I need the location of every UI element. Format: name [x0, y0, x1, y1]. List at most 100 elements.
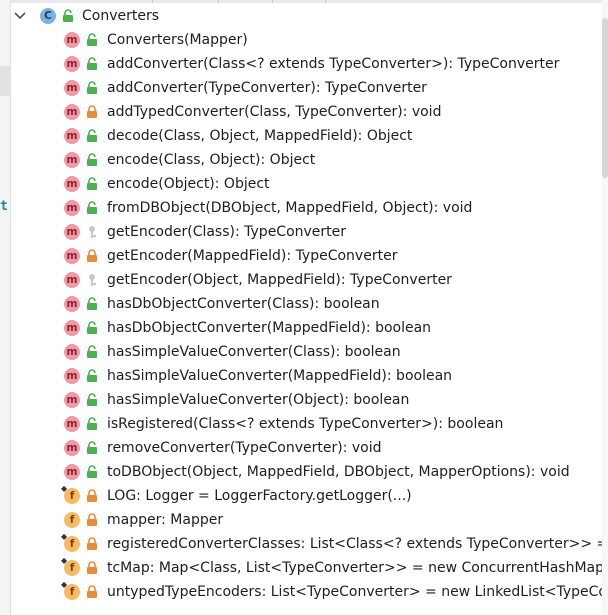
public-access-icon — [63, 9, 73, 22]
public-access-icon — [87, 393, 97, 406]
member-label: untypedTypeEncoders: List<TypeConverter>… — [107, 584, 602, 600]
tree-method-item[interactable]: m getEncoder(Class): TypeConverter — [0, 220, 602, 244]
field-icon: f ◆ — [61, 556, 80, 576]
member-label: encode(Class, Object): Object — [107, 152, 316, 168]
tree-method-item[interactable]: m hasDbObjectConverter(MappedField): bool… — [0, 316, 602, 340]
member-label: addConverter(TypeConverter): TypeConvert… — [107, 80, 427, 96]
tree-method-item[interactable]: m addTypedConverter(Class, TypeConverter)… — [0, 100, 602, 124]
public-access-icon — [87, 57, 97, 70]
tree-method-item[interactable]: m getEncoder(Object, MappedField): TypeCo… — [0, 268, 602, 292]
field-icon: f — [64, 512, 80, 528]
private-access-icon — [87, 249, 97, 262]
member-label: isRegistered(Class<? extends TypeConvert… — [107, 416, 504, 432]
member-label: hasSimpleValueConverter(MappedField): bo… — [107, 368, 453, 384]
method-icon: m — [64, 224, 80, 240]
tree-method-item[interactable]: m getEncoder(MappedField): TypeConverter — [0, 244, 602, 268]
public-access-icon — [87, 465, 97, 478]
method-icon: m — [64, 32, 80, 48]
public-access-icon — [87, 177, 97, 190]
field-icon: f ◆ — [61, 532, 80, 552]
public-access-icon — [87, 297, 97, 310]
public-access-icon — [87, 81, 97, 94]
scrollbar-thumb[interactable] — [602, 18, 608, 178]
tree-method-item[interactable]: m fromDBObject(DBObject, MappedField, Obj… — [0, 196, 602, 220]
tree-method-item[interactable]: m decode(Class, Object, MappedField): Obj… — [0, 124, 602, 148]
method-icon: m — [64, 296, 80, 312]
tree-method-item[interactable]: m isRegistered(Class<? extends TypeConver… — [0, 412, 602, 436]
protected-access-icon — [89, 274, 96, 286]
member-label: getEncoder(Class): TypeConverter — [107, 224, 347, 240]
structure-tree: C Converters m Converters(Mapper) m addConv… — [0, 4, 602, 604]
method-icon: m — [64, 176, 80, 192]
member-label: hasDbObjectConverter(MappedField): boole… — [107, 320, 432, 336]
method-icon: m — [64, 464, 80, 480]
tree-field-item[interactable]: f ◆ LOG: Logger = LoggerFactory.getLogger(… — [0, 484, 602, 508]
private-access-icon — [87, 537, 97, 550]
tree-method-item[interactable]: m Converters(Mapper) — [0, 28, 602, 52]
tree-method-item[interactable]: m hasSimpleValueConverter(Object): boolea… — [0, 388, 602, 412]
method-icon: m — [64, 80, 80, 96]
member-label: getEncoder(MappedField): TypeConverter — [107, 248, 398, 264]
member-label: removeConverter(TypeConverter): void — [107, 440, 382, 456]
member-label: toDBObject(Object, MappedField, DBObject… — [107, 464, 570, 480]
member-label: hasDbObjectConverter(Class): boolean — [107, 296, 380, 312]
method-icon: m — [64, 344, 80, 360]
member-label: decode(Class, Object, MappedField): Obje… — [107, 128, 413, 144]
tree-field-item[interactable]: f mapper: Mapper — [0, 508, 602, 532]
member-label: hasSimpleValueConverter(Class): boolean — [107, 344, 401, 360]
public-access-icon — [87, 345, 97, 358]
member-label: getEncoder(Object, MappedField): TypeCon… — [107, 272, 452, 288]
method-icon: m — [64, 248, 80, 264]
tree-method-item[interactable]: m toDBObject(Object, MappedField, DBObjec… — [0, 460, 602, 484]
tree-field-item[interactable]: f ◆ registeredConverterClasses: List<Class… — [0, 532, 602, 556]
static-badge-icon: ◆ — [61, 556, 68, 565]
method-icon: m — [64, 128, 80, 144]
method-icon: m — [64, 416, 80, 432]
tree-method-item[interactable]: m hasSimpleValueConverter(Class): boolean — [0, 340, 602, 364]
member-label: addTypedConverter(Class, TypeConverter):… — [107, 104, 442, 120]
tree-field-item[interactable]: f ◆ tcMap: Map<Class, List<TypeConverter>>… — [0, 556, 602, 580]
static-badge-icon: ◆ — [61, 484, 68, 493]
protected-access-icon — [89, 226, 96, 238]
class-icon: C — [40, 8, 56, 24]
member-label: LOG: Logger = LoggerFactory.getLogger(..… — [107, 488, 412, 504]
member-label: mapper: Mapper — [107, 512, 224, 528]
private-access-icon — [87, 585, 97, 598]
method-icon: m — [64, 368, 80, 384]
member-label: hasSimpleValueConverter(Object): boolean — [107, 392, 410, 408]
member-label: addConverter(Class<? extends TypeConvert… — [107, 56, 560, 72]
method-icon: m — [64, 320, 80, 336]
public-access-icon — [87, 33, 97, 46]
tree-root-node[interactable]: C Converters — [0, 4, 602, 28]
public-access-icon — [87, 417, 97, 430]
public-access-icon — [87, 201, 97, 214]
method-icon: m — [64, 272, 80, 288]
method-icon: m — [64, 440, 80, 456]
tree-method-item[interactable]: m addConverter(Class<? extends TypeConver… — [0, 52, 602, 76]
tree-method-item[interactable]: m hasSimpleValueConverter(MappedField): b… — [0, 364, 602, 388]
member-label: fromDBObject(DBObject, MappedField, Obje… — [107, 200, 473, 216]
tree-method-item[interactable]: m hasDbObjectConverter(Class): boolean — [0, 292, 602, 316]
private-access-icon — [87, 561, 97, 574]
public-access-icon — [87, 153, 97, 166]
method-icon: m — [64, 152, 80, 168]
member-label: encode(Object): Object — [107, 176, 270, 192]
tree-method-item[interactable]: m encode(Class, Object): Object — [0, 148, 602, 172]
top-border — [0, 0, 608, 3]
private-access-icon — [87, 105, 97, 118]
method-icon: m — [64, 56, 80, 72]
private-access-icon — [87, 489, 97, 502]
chevron-down-icon[interactable] — [13, 4, 27, 28]
public-access-icon — [87, 321, 97, 334]
vertical-scrollbar[interactable] — [602, 0, 608, 615]
tree-field-item[interactable]: f ◆ untypedTypeEncoders: List<TypeConverte… — [0, 580, 602, 604]
method-icon: m — [64, 392, 80, 408]
tree-method-item[interactable]: m encode(Object): Object — [0, 172, 602, 196]
static-badge-icon: ◆ — [61, 532, 68, 541]
tree-method-item[interactable]: m addConverter(TypeConverter): TypeConver… — [0, 76, 602, 100]
method-icon: m — [64, 104, 80, 120]
static-badge-icon: ◆ — [61, 580, 68, 589]
class-name: Converters — [82, 8, 160, 24]
member-label: registeredConverterClasses: List<Class<?… — [107, 536, 602, 552]
tree-method-item[interactable]: m removeConverter(TypeConverter): void — [0, 436, 602, 460]
